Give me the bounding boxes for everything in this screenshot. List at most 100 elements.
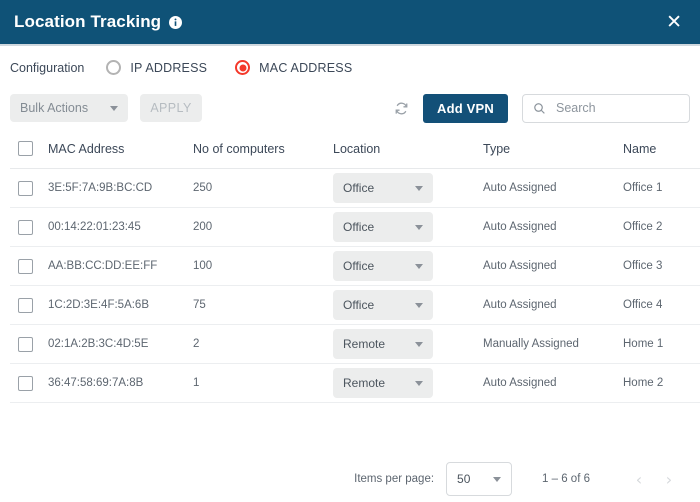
table-toolbar: Bulk Actions APPLY Add VPN: [0, 85, 700, 131]
chevron-down-icon: [415, 380, 423, 386]
chevron-down-icon: [415, 341, 423, 347]
radio-mac-address[interactable]: [235, 60, 251, 75]
cell-mac-address: AA:BB:CC:DD:EE:FF: [48, 246, 193, 286]
chevron-down-icon: [415, 224, 423, 230]
table-header-row: MAC Address No of computers Location Typ…: [10, 131, 700, 169]
cell-name: Office 1: [623, 168, 700, 208]
cell-no-of-computers: 2: [193, 324, 333, 364]
pagination-range-label: 1 – 6 of 6: [542, 473, 590, 485]
row-checkbox[interactable]: [18, 219, 33, 235]
cell-mac-address: 1C:2D:3E:4F:5A:6B: [48, 285, 193, 325]
row-checkbox[interactable]: [18, 297, 33, 313]
cell-location: Office: [333, 285, 483, 325]
page-title: Location Tracking: [14, 12, 162, 31]
location-select-value: Remote: [343, 376, 386, 390]
add-vpn-button[interactable]: Add VPN: [422, 93, 508, 123]
radio-label-mac-address: MAC ADDRESS: [259, 60, 353, 75]
search-box[interactable]: [522, 93, 690, 123]
row-checkbox-cell: [10, 246, 48, 286]
column-header-mac-address[interactable]: MAC Address: [48, 131, 193, 169]
cell-mac-address: 02:1A:2B:3C:4D:5E: [48, 324, 193, 364]
chevron-down-icon: [415, 185, 423, 191]
refresh-icon[interactable]: [394, 101, 409, 116]
row-checkbox-cell: [10, 324, 48, 364]
radio-option-ip-address[interactable]: IP ADDRESS: [106, 60, 207, 75]
row-checkbox[interactable]: [18, 336, 33, 352]
chevron-down-icon: [493, 476, 502, 482]
location-select[interactable]: Office: [333, 212, 433, 242]
chevron-down-icon: [110, 105, 118, 111]
dialog-titlebar: Location Tracking ✕: [0, 0, 700, 44]
cell-location: Remote: [333, 363, 483, 403]
cell-type: Auto Assigned: [483, 285, 623, 325]
cell-type: Auto Assigned: [483, 246, 623, 286]
chevron-right-icon[interactable]: ›: [654, 464, 684, 494]
close-icon[interactable]: ✕: [666, 12, 682, 32]
cell-name: Office 2: [623, 207, 700, 247]
cell-no-of-computers: 1: [193, 363, 333, 403]
cell-no-of-computers: 250: [193, 168, 333, 208]
cell-name: Home 2: [623, 363, 700, 403]
location-select-value: Office: [343, 181, 375, 195]
location-table: MAC Address No of computers Location Typ…: [10, 131, 700, 403]
column-header-location[interactable]: Location: [333, 131, 483, 169]
column-header-name[interactable]: Name: [623, 131, 700, 169]
row-checkbox-cell: [10, 285, 48, 325]
location-select-value: Office: [343, 259, 375, 273]
row-checkbox-cell: [10, 363, 48, 403]
table-row: AA:BB:CC:DD:EE:FF 100 Office Auto Assign…: [10, 246, 700, 286]
items-per-page-label: Items per page:: [354, 473, 435, 485]
location-select-value: Office: [343, 298, 375, 312]
bulk-actions-label: Bulk Actions: [20, 101, 89, 115]
cell-no-of-computers: 200: [193, 207, 333, 247]
location-select[interactable]: Office: [333, 173, 433, 203]
table-header: MAC Address No of computers Location Typ…: [10, 131, 700, 169]
search-icon: [533, 102, 546, 115]
select-all-checkbox[interactable]: [18, 141, 33, 156]
location-tracking-dialog: Location Tracking ✕ Configuration IP ADD…: [0, 0, 700, 502]
table-container: MAC Address No of computers Location Typ…: [0, 131, 700, 456]
configuration-label: Configuration: [10, 60, 85, 75]
radio-option-mac-address[interactable]: MAC ADDRESS: [235, 60, 352, 75]
select-all-header: [10, 131, 48, 169]
table-row: 3E:5F:7A:9B:BC:CD 250 Office Auto Assign…: [10, 168, 700, 208]
column-header-no-of-computers[interactable]: No of computers: [193, 131, 333, 169]
apply-button[interactable]: APPLY: [140, 94, 202, 122]
table-row: 36:47:58:69:7A:8B 1 Remote Auto Assigned…: [10, 363, 700, 403]
row-checkbox[interactable]: [18, 180, 33, 196]
cell-type: Auto Assigned: [483, 168, 623, 208]
row-checkbox[interactable]: [18, 375, 33, 391]
location-select[interactable]: Office: [333, 290, 433, 320]
cell-mac-address: 00:14:22:01:23:45: [48, 207, 193, 247]
row-checkbox[interactable]: [18, 258, 33, 274]
search-input[interactable]: [554, 100, 679, 116]
column-header-type[interactable]: Type: [483, 131, 623, 169]
cell-location: Office: [333, 207, 483, 247]
location-select-value: Office: [343, 220, 375, 234]
table-row: 1C:2D:3E:4F:5A:6B 75 Office Auto Assigne…: [10, 285, 700, 325]
location-select[interactable]: Remote: [333, 329, 433, 359]
configuration-row: Configuration IP ADDRESS MAC ADDRESS: [0, 46, 700, 85]
table-row: 02:1A:2B:3C:4D:5E 2 Remote Manually Assi…: [10, 324, 700, 364]
items-per-page-select[interactable]: 50: [446, 462, 513, 496]
location-select[interactable]: Office: [333, 251, 433, 281]
bulk-actions-select[interactable]: Bulk Actions: [10, 94, 128, 122]
table-row: 00:14:22:01:23:45 200 Office Auto Assign…: [10, 207, 700, 247]
cell-location: Office: [333, 168, 483, 208]
cell-name: Home 1: [623, 324, 700, 364]
cell-type: Auto Assigned: [483, 207, 623, 247]
cell-mac-address: 36:47:58:69:7A:8B: [48, 363, 193, 403]
cell-location: Remote: [333, 324, 483, 364]
location-select[interactable]: Remote: [333, 368, 433, 398]
cell-name: Office 4: [623, 285, 700, 325]
cell-no-of-computers: 100: [193, 246, 333, 286]
cell-no-of-computers: 75: [193, 285, 333, 325]
chevron-left-icon[interactable]: ‹: [624, 464, 654, 494]
radio-ip-address[interactable]: [106, 60, 122, 75]
cell-mac-address: 3E:5F:7A:9B:BC:CD: [48, 168, 193, 208]
cell-type: Auto Assigned: [483, 363, 623, 403]
cell-type: Manually Assigned: [483, 324, 623, 364]
info-circle-icon[interactable]: [169, 15, 183, 29]
row-checkbox-cell: [10, 207, 48, 247]
table-body: 3E:5F:7A:9B:BC:CD 250 Office Auto Assign…: [10, 168, 700, 403]
